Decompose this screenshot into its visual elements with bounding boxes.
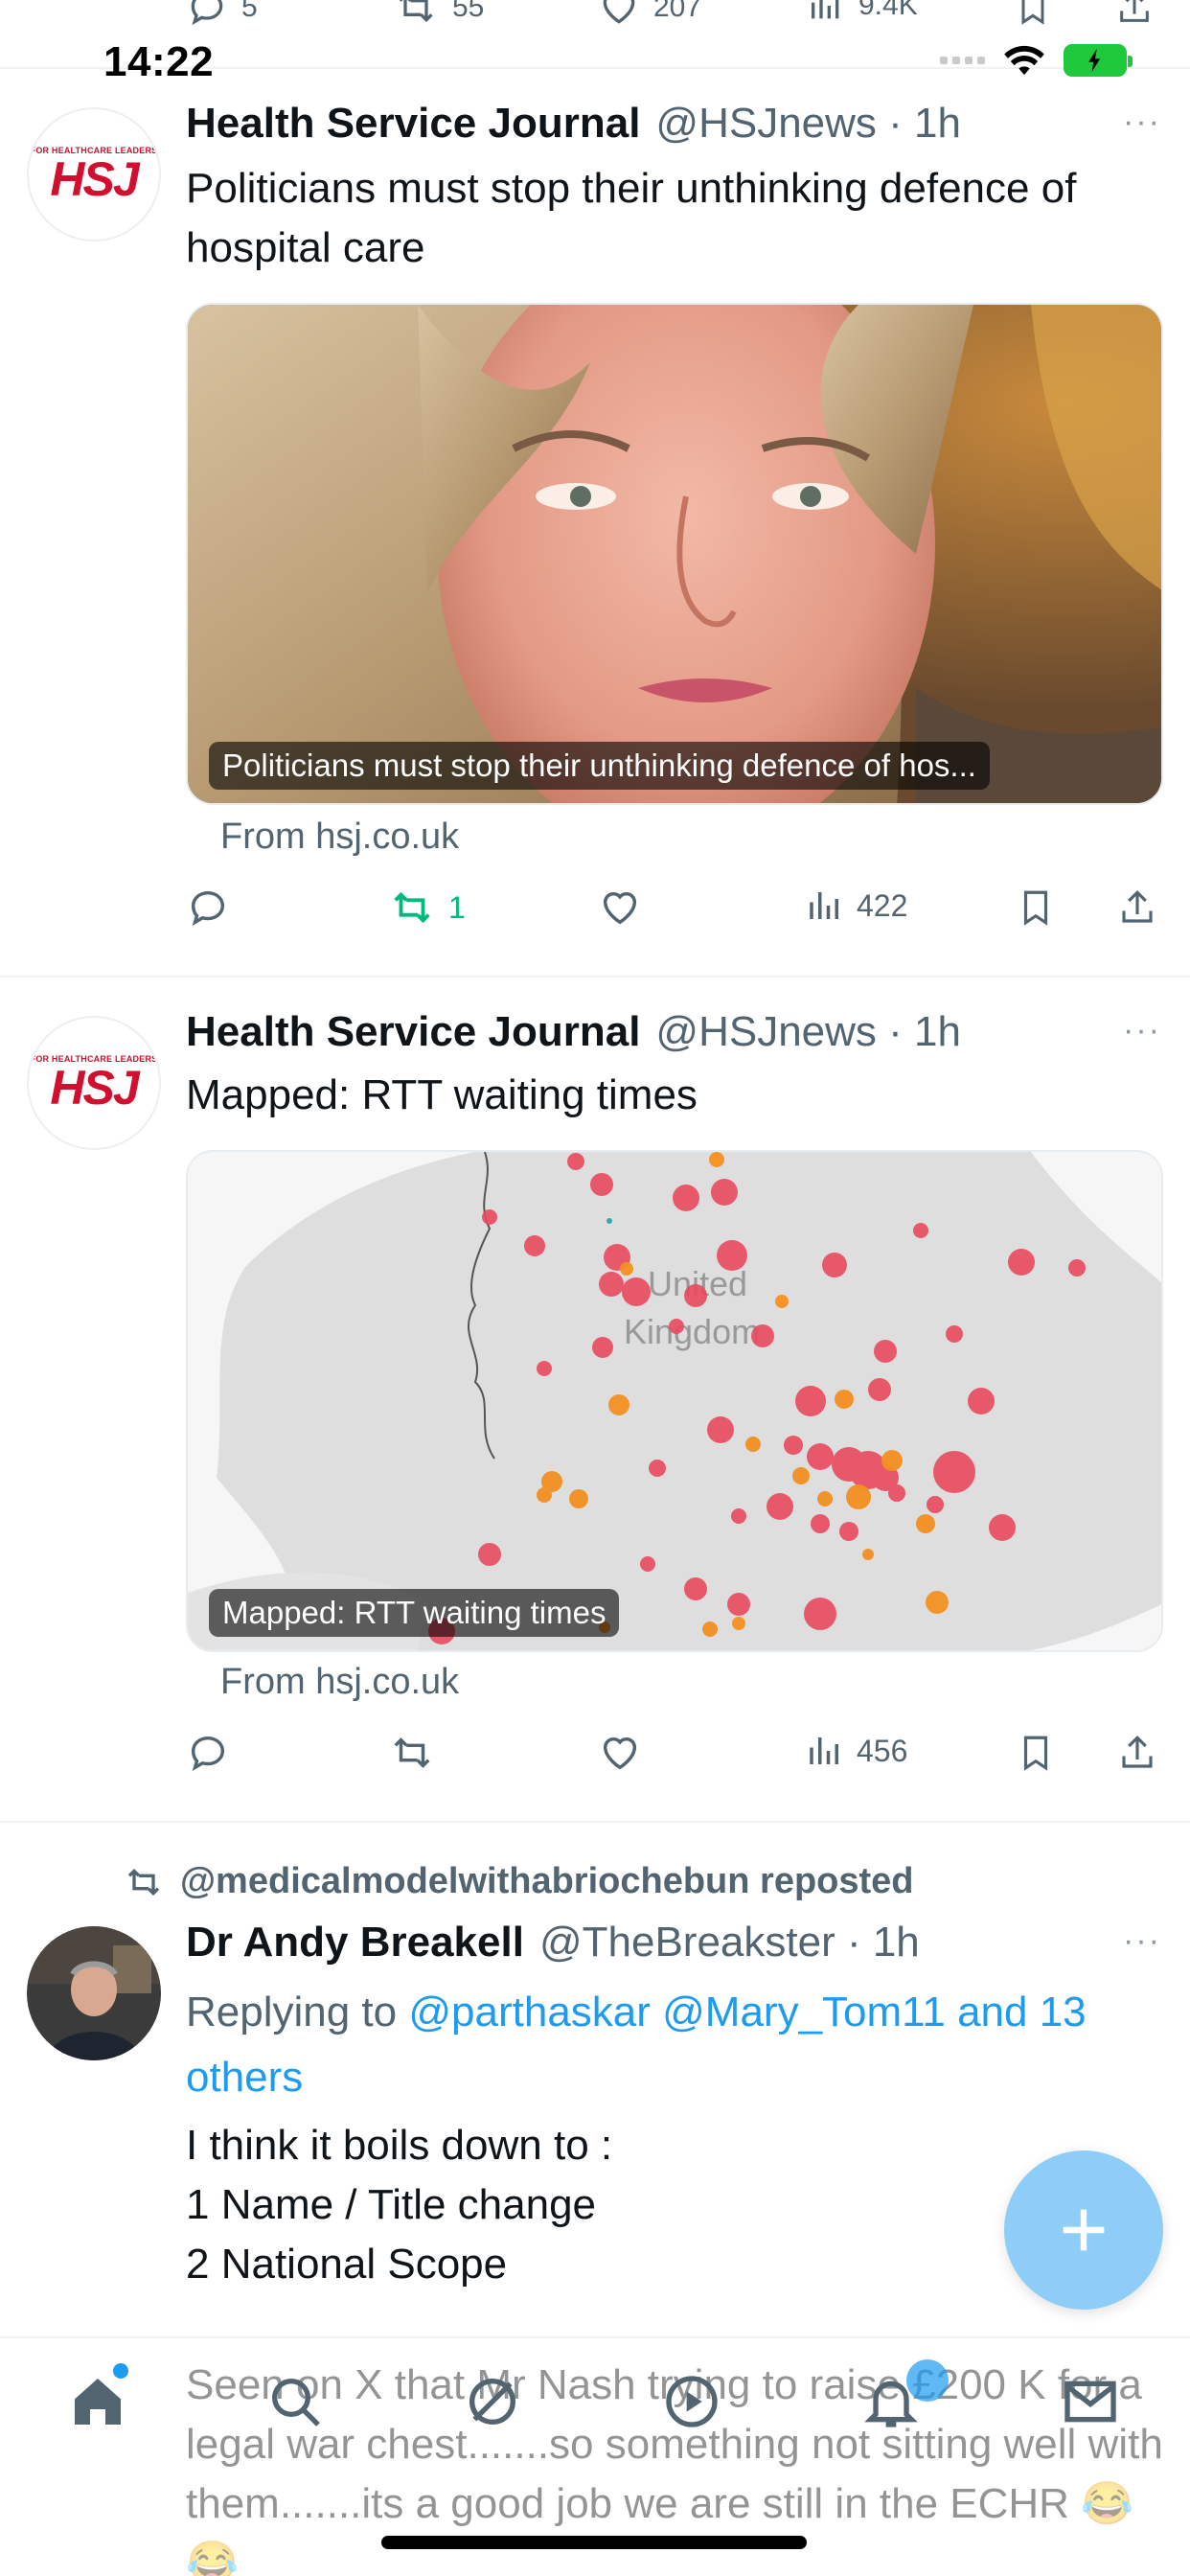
plus-icon (1063, 2209, 1105, 2251)
tweet-actions: 456 (186, 1731, 1163, 1788)
views-icon (810, 1737, 838, 1764)
avatar-logo-text: HSJ (50, 1061, 139, 1115)
tweet-hsj-politicians[interactable]: FOR HEALTHCARE LEADERS HSJ Health Servic… (0, 0, 1190, 978)
nav-search[interactable] (261, 2367, 330, 2436)
tweet-text-line: I think it boils down to : (186, 2122, 613, 2169)
reply-prefix: Replying to (186, 1989, 409, 2036)
views-count: 456 (857, 1733, 908, 1768)
views-button[interactable]: 456 (805, 1731, 907, 1771)
notifications-badge (906, 2359, 949, 2402)
author-handle-time[interactable]: @HSJnews · 1h (655, 100, 961, 148)
repost-count: 1 (448, 889, 466, 925)
bookmark-icon (1023, 890, 1048, 926)
mail-icon (1064, 2380, 1116, 2423)
heart-icon (603, 891, 637, 925)
video-icon (666, 2376, 718, 2427)
repost-button[interactable] (387, 1731, 437, 1775)
search-icon (272, 2379, 320, 2426)
tweet-header: Health Service Journal @HSJnews · 1h (186, 1008, 961, 1056)
map-image: United Kingdom (188, 1152, 1161, 1650)
link-card-map[interactable]: United Kingdom Mapped: RTT waiting times (186, 1150, 1163, 1652)
bookmark-button[interactable] (1016, 1731, 1056, 1775)
tweet-text: Politicians must stop their unthinking d… (186, 165, 1077, 271)
repost-icon (394, 891, 430, 924)
tweet-header: Dr Andy Breakell @TheBreakster · 1h (186, 1919, 920, 1966)
tweet-hsj-rtt-map[interactable]: FOR HEALTHCARE LEADERS HSJ Health Servic… (0, 978, 1190, 1821)
home-indicator[interactable] (381, 2536, 807, 2549)
share-icon (1122, 890, 1153, 923)
compose-button[interactable] (1004, 2150, 1163, 2310)
tweet-text: Mapped: RTT waiting times (186, 1071, 698, 1118)
tweet-header: Health Service Journal @HSJnews · 1h (186, 100, 961, 148)
reply-icon (191, 1736, 225, 1771)
reply-button[interactable] (186, 886, 230, 930)
more-options-button[interactable]: ··· (1123, 1012, 1161, 1049)
author-handle-time[interactable]: @TheBreakster · 1h (539, 1919, 920, 1966)
nav-video[interactable] (657, 2367, 726, 2436)
avatar-hsj[interactable]: FOR HEALTHCARE LEADERS HSJ (27, 1016, 161, 1150)
avatar-logo-text: HSJ (50, 152, 139, 206)
share-icon (1122, 1736, 1153, 1768)
views-icon (810, 892, 838, 919)
more-options-button[interactable]: ··· (1123, 1922, 1161, 1960)
bookmark-button[interactable] (1016, 886, 1056, 930)
avatar-breakell[interactable] (27, 1926, 161, 2060)
avatar-photo (27, 1926, 161, 2060)
home-unread-dot (113, 2363, 128, 2379)
share-button[interactable] (1117, 1731, 1157, 1775)
more-options-button[interactable]: ··· (1123, 104, 1161, 141)
map-label-line2: Kingdom (624, 1312, 760, 1351)
card-caption: Mapped: RTT waiting times (209, 1589, 620, 1637)
views-button[interactable]: 422 (805, 886, 907, 926)
repost-attribution-text: @medicalmodelwithabriochebun reposted (180, 1861, 914, 1901)
repost-attribution[interactable]: @medicalmodelwithabriochebun reposted (123, 1861, 914, 1902)
reply-icon (191, 890, 225, 926)
views-count: 422 (857, 887, 908, 923)
card-source[interactable]: From hsj.co.uk (220, 1662, 459, 1703)
bookmark-icon (1023, 1736, 1048, 1771)
nav-messages[interactable] (1056, 2367, 1125, 2436)
avatar-hsj[interactable]: FOR HEALTHCARE LEADERS HSJ (27, 107, 161, 242)
card-caption: Politicians must stop their unthinking d… (209, 742, 990, 790)
link-card-image[interactable]: Politicians must stop their unthinking d… (186, 303, 1163, 805)
repost-icon (127, 1868, 160, 1896)
nav-grok[interactable] (458, 2367, 527, 2436)
author-name[interactable]: Dr Andy Breakell (186, 1919, 524, 1966)
home-icon (75, 2379, 121, 2425)
grok-icon (469, 2379, 515, 2425)
reply-button[interactable] (186, 1731, 230, 1775)
author-name[interactable]: Health Service Journal (186, 1008, 640, 1056)
author-name[interactable]: Health Service Journal (186, 100, 640, 148)
repost-icon (394, 1737, 430, 1768)
repost-button[interactable]: 1 (387, 886, 466, 930)
card-source[interactable]: From hsj.co.uk (220, 816, 459, 858)
like-button[interactable] (598, 886, 642, 930)
reply-context: Replying to @parthaskar @Mary_Tom11 and … (186, 1980, 1144, 2110)
share-button[interactable] (1117, 886, 1157, 930)
portrait-photo (188, 305, 1161, 803)
author-handle-time[interactable]: @HSJnews · 1h (655, 1008, 961, 1056)
like-button[interactable] (598, 1731, 642, 1775)
heart-icon (603, 1736, 637, 1770)
tweet-actions: 1 422 (186, 886, 1163, 943)
